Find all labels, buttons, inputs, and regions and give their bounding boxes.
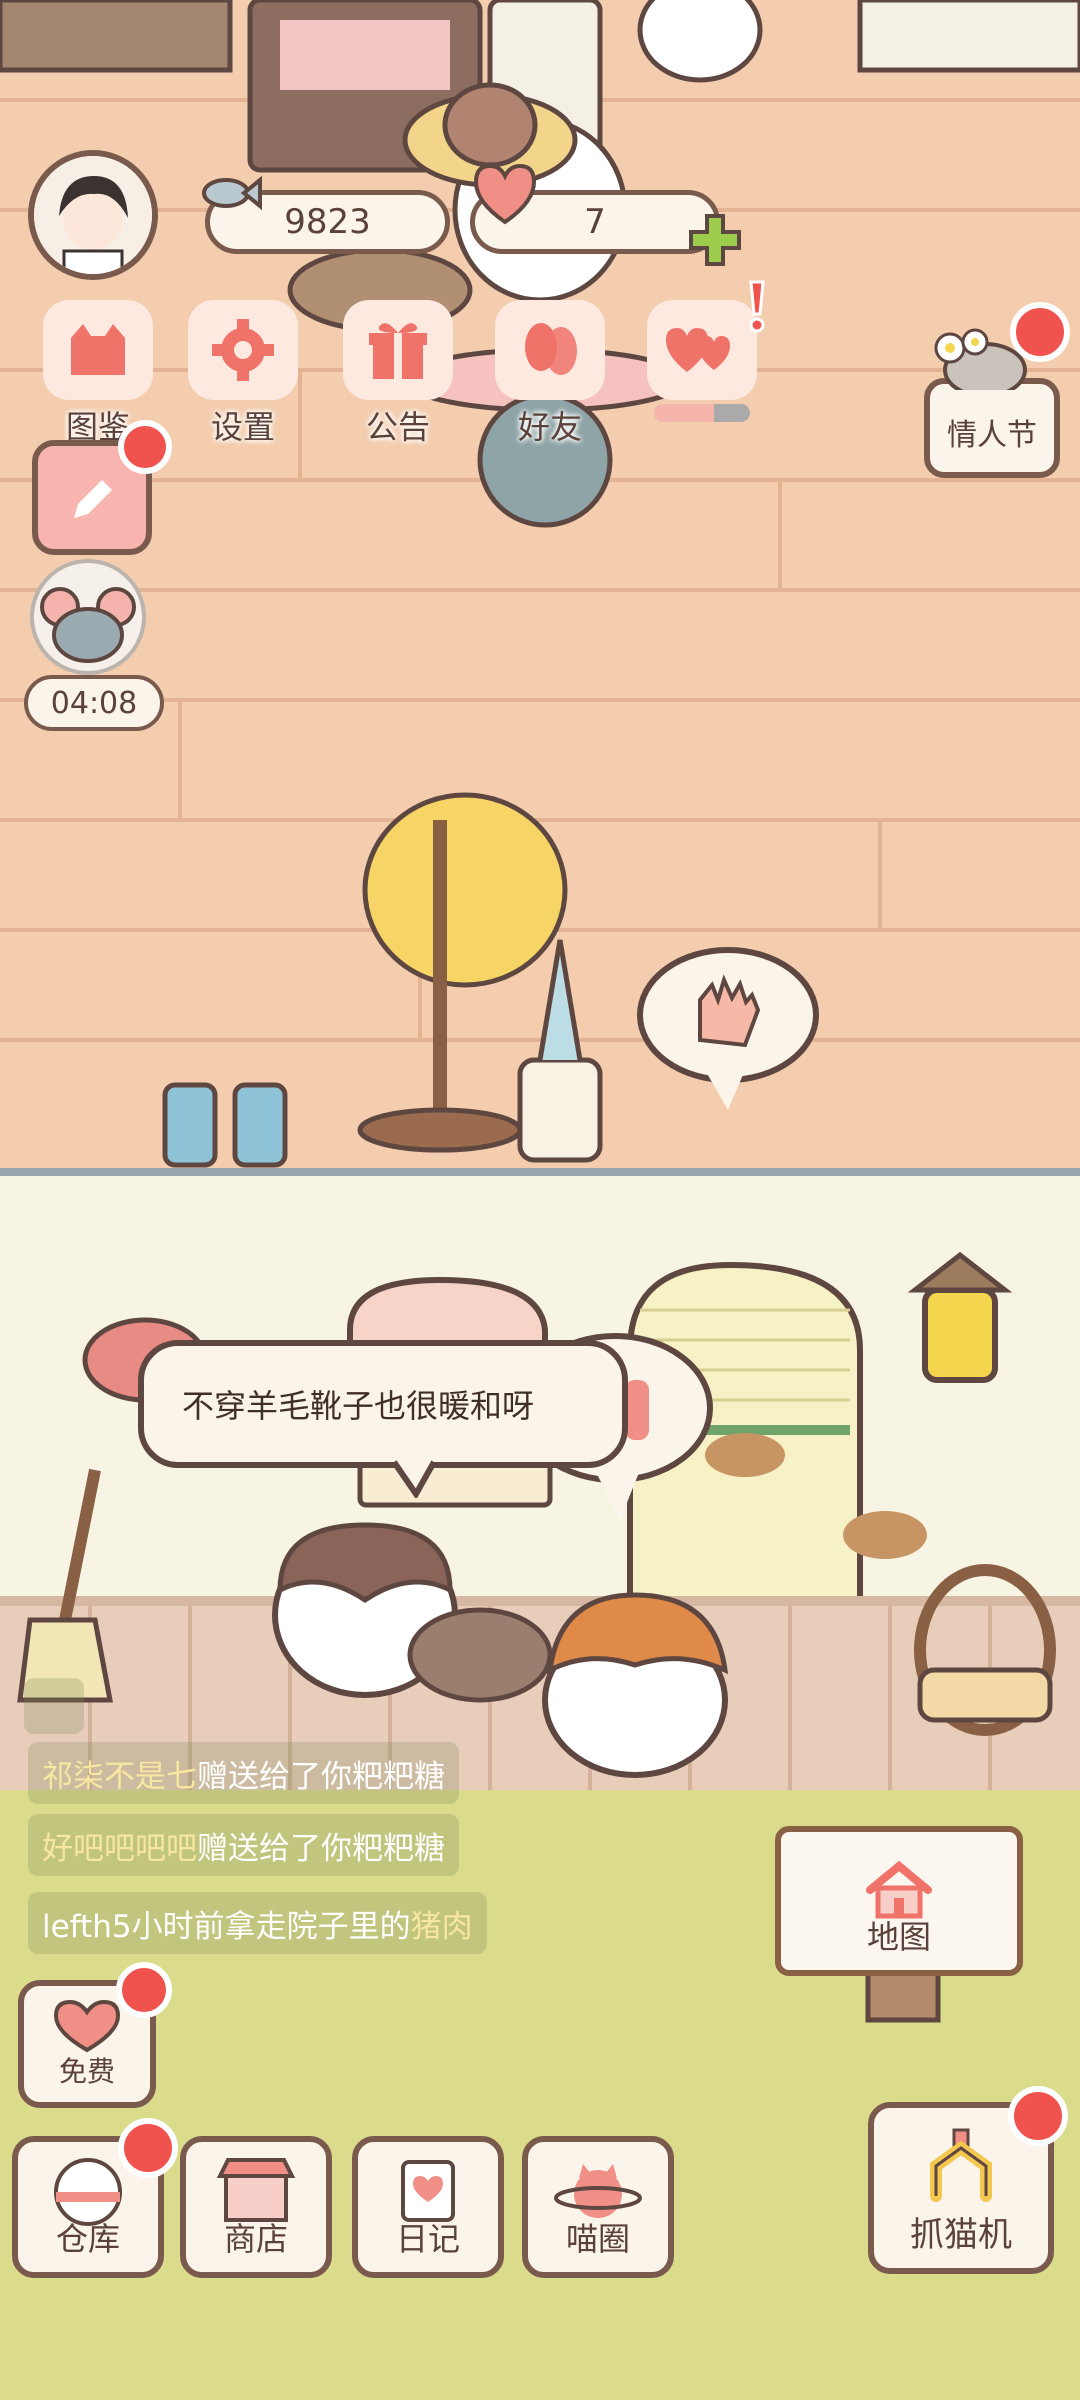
chat-item-3: 猪肉	[410, 1908, 473, 1945]
heart-count: 7	[584, 202, 606, 242]
love-icon-wrap	[647, 300, 757, 400]
valentine-event-button[interactable]: 情人节	[924, 378, 1060, 478]
claw-machine-label: 抓猫机	[910, 2215, 1012, 2255]
chat-text-1: 赠送给了你粑粑糖	[197, 1758, 445, 1795]
fish-icon	[202, 175, 262, 211]
chat-sender-1: 祁柒不是七	[42, 1758, 197, 1795]
add-hearts-button[interactable]	[685, 210, 745, 270]
friends-label: 好友	[517, 408, 582, 446]
chat-message-3: lefth5小时前拿走院子里的 猪肉	[28, 1892, 487, 1954]
plus-icon	[689, 214, 741, 266]
friends-icon-wrap	[495, 300, 605, 400]
chat-message-2: 好吧吧吧吧 赠送给了你粑粑糖	[28, 1814, 459, 1876]
cat-speech-text: 不穿羊毛靴子也很暖和呀	[182, 1387, 535, 1425]
chat-sender-2: 好吧吧吧吧	[42, 1830, 197, 1867]
warehouse-badge	[118, 2118, 178, 2178]
house-icon	[866, 1860, 932, 1919]
chat-text-3: lefth5小时前拿走院子里的	[42, 1908, 411, 1945]
valentine-label: 情人节	[947, 418, 1037, 453]
notice-button[interactable]: 公告	[328, 300, 468, 450]
meow-circle-label: 喵圈	[565, 2220, 630, 2258]
chat-toggle-button[interactable]	[24, 1678, 84, 1734]
heart-cat-icon	[473, 163, 537, 225]
free-badge	[116, 1962, 172, 2018]
cat-face-icon	[71, 324, 125, 375]
gift-icon	[369, 323, 427, 379]
pencil-icon	[74, 480, 112, 518]
shop-button[interactable]: 商店	[180, 2136, 332, 2278]
cat-speech-bubble: 不穿羊毛靴子也很暖和呀	[138, 1340, 628, 1468]
gear-icon	[212, 319, 274, 381]
mouse-event-icon[interactable]	[20, 555, 155, 680]
love-progress-fill	[654, 404, 714, 422]
notice-icon-wrap	[343, 300, 453, 400]
free-label: 免费	[58, 2055, 115, 2088]
avatar-portrait	[34, 156, 152, 274]
valentine-badge	[1010, 302, 1070, 362]
player-avatar[interactable]	[28, 150, 158, 280]
warehouse-label: 仓库	[55, 2220, 120, 2258]
diary-label: 日记	[395, 2220, 460, 2258]
friends-button[interactable]: 好友	[480, 300, 620, 450]
claw-icon	[930, 2128, 992, 2202]
hearts-icon	[666, 328, 730, 372]
meow-circle-button[interactable]: 喵圈	[522, 2136, 674, 2278]
speech-tail	[391, 1460, 437, 1498]
settings-icon-wrap	[188, 300, 298, 400]
shop-label: 商店	[223, 2220, 288, 2258]
map-button[interactable]: 地图	[775, 1826, 1023, 1976]
exclamation-icon	[749, 280, 765, 333]
notice-label: 公告	[365, 408, 430, 446]
fish-count: 9823	[284, 202, 371, 242]
event-timer: 04:08	[24, 675, 164, 731]
chat-text-2: 赠送给了你粑粑糖	[197, 1830, 445, 1867]
chat-message-1: 祁柒不是七 赠送给了你粑粑糖	[28, 1742, 459, 1804]
event-timer-text: 04:08	[50, 685, 138, 721]
settings-button[interactable]: 设置	[173, 300, 313, 450]
note-badge	[118, 420, 172, 474]
handbook-icon-wrap	[43, 300, 153, 400]
settings-label: 设置	[210, 408, 275, 446]
love-progress-bar	[654, 404, 750, 422]
friends-icon	[525, 323, 577, 375]
claw-machine-badge	[1008, 2086, 1068, 2146]
diary-button[interactable]: 日记	[352, 2136, 504, 2278]
heart-face-icon	[53, 1999, 121, 2053]
mouse-icon	[30, 559, 146, 675]
map-label: 地图	[866, 1918, 931, 1956]
